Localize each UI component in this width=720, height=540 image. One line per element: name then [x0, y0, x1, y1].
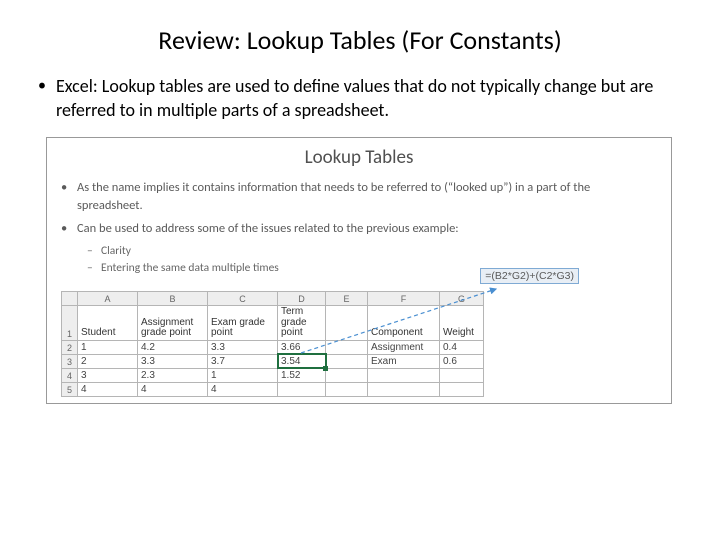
hdr-assignment: Assignment grade point	[138, 306, 208, 341]
col-C: C	[208, 292, 278, 306]
hdr-e	[326, 306, 368, 341]
table-row: 3 2 3.3 3.7 3.54 Exam 0.6	[62, 354, 484, 368]
cell	[368, 368, 440, 382]
cell	[326, 382, 368, 396]
inner-bullet-2: • Can be used to address some of the iss…	[61, 220, 657, 239]
fill-handle-icon	[323, 366, 328, 371]
cell: 3.3	[208, 340, 278, 354]
cell: Exam	[368, 354, 440, 368]
row-1-hdr: 1	[62, 306, 78, 341]
inner-title: Lookup Tables	[61, 146, 657, 169]
body-text: Excel: Lookup tables are used to define …	[56, 74, 670, 123]
cell	[278, 382, 326, 396]
cell: 4	[138, 382, 208, 396]
hdr-term: Term grade point	[278, 306, 326, 341]
spreadsheet: A B C D E F G 1 Student Assignment grade…	[61, 291, 657, 397]
bullet-dot: •	[61, 179, 77, 217]
hdr-exam: Exam grade point	[208, 306, 278, 341]
cell: 4	[78, 382, 138, 396]
cell-value: 3.54	[281, 356, 300, 367]
cell: 0.4	[440, 340, 484, 354]
col-D: D	[278, 292, 326, 306]
cell: 1.52	[278, 368, 326, 382]
table-row: 4 3 2.3 1 1.52	[62, 368, 484, 382]
col-B: B	[138, 292, 208, 306]
cell: 3	[78, 368, 138, 382]
formula-tooltip: =(B2*G2)+(C2*G3)	[480, 268, 579, 284]
selected-cell: 3.54	[278, 354, 326, 368]
row-hdr: 5	[62, 382, 78, 396]
corner-cell	[62, 292, 78, 306]
hdr-component: Component	[368, 306, 440, 341]
inner-sub-2-text: Entering the same data multiple times	[101, 260, 279, 277]
body-bullet: • Excel: Lookup tables are used to defin…	[0, 74, 720, 123]
table-row: 5 4 4 4	[62, 382, 484, 396]
cell: 1	[78, 340, 138, 354]
table-row: 2 1 4.2 3.3 3.66 Assignment 0.4	[62, 340, 484, 354]
inner-bullet-2-text: Can be used to address some of the issue…	[77, 220, 459, 239]
col-G: G	[440, 292, 484, 306]
cell: 3.3	[138, 354, 208, 368]
row-hdr: 2	[62, 340, 78, 354]
cell	[326, 340, 368, 354]
cell	[368, 382, 440, 396]
col-A: A	[78, 292, 138, 306]
col-F: F	[368, 292, 440, 306]
cell: 4.2	[138, 340, 208, 354]
header-row: 1 Student Assignment grade point Exam gr…	[62, 306, 484, 341]
cell	[326, 368, 368, 382]
col-E: E	[326, 292, 368, 306]
slide-title: Review: Lookup Tables (For Constants)	[0, 0, 720, 74]
cell: 1	[208, 368, 278, 382]
cell: 2	[78, 354, 138, 368]
hdr-weight: Weight	[440, 306, 484, 341]
embedded-slide: Lookup Tables • As the name implies it c…	[46, 137, 672, 404]
inner-sub-1: – Clarity	[61, 243, 657, 260]
row-hdr: 3	[62, 354, 78, 368]
cell: 3.7	[208, 354, 278, 368]
cell: 2.3	[138, 368, 208, 382]
cell	[440, 382, 484, 396]
cell: 3.66	[278, 340, 326, 354]
bullet-dot: •	[38, 74, 56, 123]
row-hdr: 4	[62, 368, 78, 382]
cell	[440, 368, 484, 382]
col-header-row: A B C D E F G	[62, 292, 484, 306]
dash-icon: –	[87, 243, 101, 260]
cell: 4	[208, 382, 278, 396]
cell: Assignment	[368, 340, 440, 354]
inner-bullet-1: • As the name implies it contains inform…	[61, 179, 657, 217]
cell	[326, 354, 368, 368]
inner-bullet-1-text: As the name implies it contains informat…	[77, 179, 657, 217]
bullet-dot: •	[61, 220, 77, 239]
dash-icon: –	[87, 260, 101, 277]
cell: 0.6	[440, 354, 484, 368]
inner-sub-1-text: Clarity	[101, 243, 131, 260]
hdr-student: Student	[78, 306, 138, 341]
sheet-table: A B C D E F G 1 Student Assignment grade…	[61, 291, 484, 397]
